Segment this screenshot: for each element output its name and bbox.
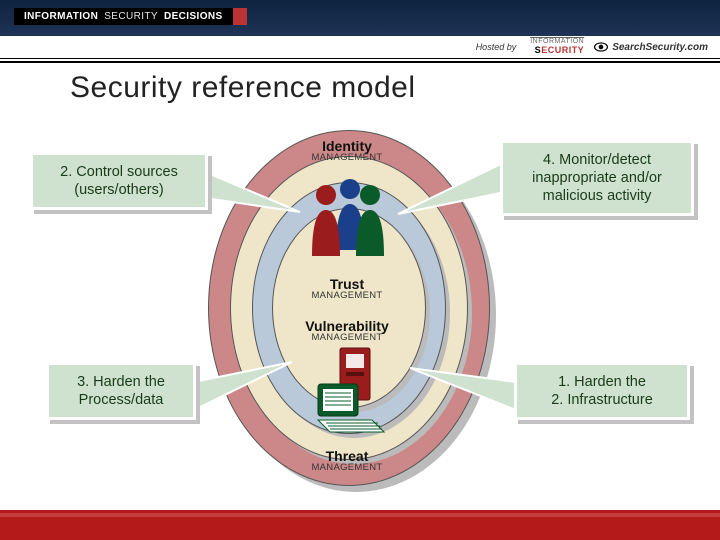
ring-subtitle: MANAGEMENT <box>277 152 417 163</box>
ring-label-threat: Threat MANAGEMENT <box>277 448 417 473</box>
callout-harden-infrastructure: 1. Harden the 2. Infrastructure <box>514 362 690 420</box>
callout-text: 4. Monitor/detect inappropriate and/or m… <box>532 152 662 204</box>
brand-word-2: SECURITY <box>104 11 158 22</box>
ring-subtitle: MANAGEMENT <box>277 332 417 343</box>
callout-control-sources: 2. Control sources (users/others) <box>30 152 208 210</box>
divider-thick <box>0 61 720 63</box>
hosted-by-label: Hosted by <box>476 42 517 52</box>
page-title: Security reference model <box>70 71 660 105</box>
callout-harden-process: 3. Harden the Process/data <box>46 362 196 420</box>
header-nav: INFORMATION SECURITY DECISIONS <box>0 0 720 36</box>
callout-text-line2: 2. Infrastructure <box>551 392 653 408</box>
brand-word-3: DECISIONS <box>164 11 223 22</box>
ring-label-trust: Trust MANAGEMENT <box>277 276 417 301</box>
brand-word-1: INFORMATION <box>24 11 98 22</box>
divider-thin <box>0 58 720 59</box>
brand-badge: INFORMATION SECURITY DECISIONS <box>14 8 247 25</box>
ring-subtitle: MANAGEMENT <box>277 290 417 301</box>
hosted-by-row: Hosted by INFORMATION SSECURITYECURITY S… <box>0 36 720 58</box>
computer-icon <box>312 346 392 436</box>
people-icon <box>300 176 396 256</box>
sponsor-security-logo: INFORMATION SSECURITYECURITY <box>530 39 584 55</box>
ring-subtitle: MANAGEMENT <box>277 462 417 473</box>
sponsor-searchsecurity-text: SearchSecurity.com <box>612 42 708 53</box>
ring-label-identity: Identity MANAGEMENT <box>277 138 417 163</box>
callout-text: 3. Harden the Process/data <box>77 374 165 408</box>
diagram-stage: Identity MANAGEMENT Trust MANAGEMENT Vul… <box>0 128 720 498</box>
footer-band <box>0 510 720 540</box>
sponsor-searchsecurity: SearchSecurity.com <box>594 40 708 54</box>
callout-monitor-detect: 4. Monitor/detect inappropriate and/or m… <box>500 140 694 216</box>
callout-text: 2. Control sources (users/others) <box>60 164 178 198</box>
eye-icon <box>594 40 608 54</box>
callout-text-line1: 1. Harden the <box>558 374 646 390</box>
ring-label-vulnerability: Vulnerability MANAGEMENT <box>277 318 417 343</box>
sponsor-bigtext: SSECURITYECURITY <box>535 45 585 55</box>
